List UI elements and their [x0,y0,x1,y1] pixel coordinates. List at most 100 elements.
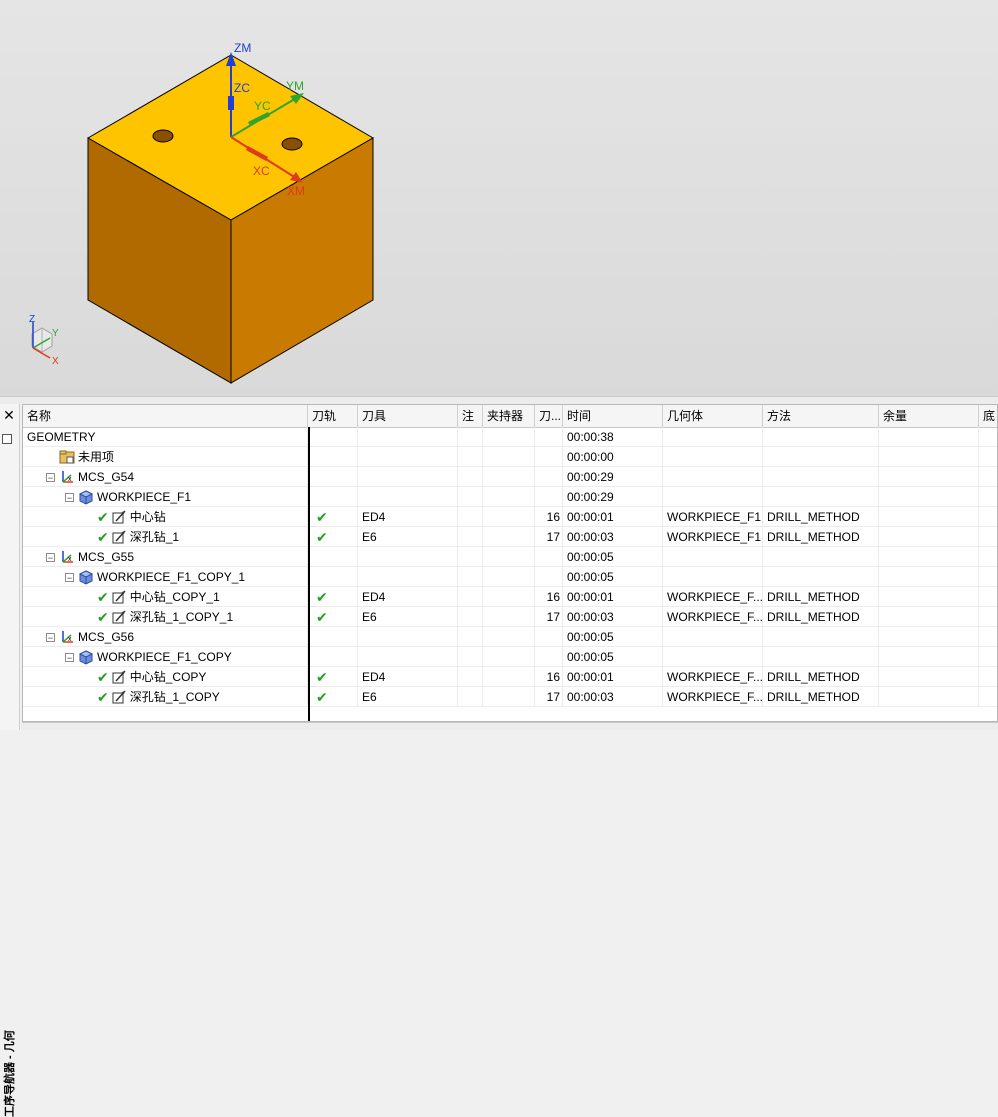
table-row[interactable]: − x MCS_G55 00:00:05 [23,547,997,567]
table-row[interactable]: − WORKPIECE_F1_COPY 00:00:05 [23,647,997,667]
tree-node[interactable]: − x MCS_G55 [46,547,134,567]
column-header-name[interactable]: 名称 [23,405,308,427]
note-cell [458,567,483,587]
tree-node[interactable]: 未用项 [46,447,114,467]
table-row[interactable]: − x MCS_G56 00:00:05 [23,627,997,647]
drill-hole[interactable] [281,137,303,151]
collapse-toggle-icon[interactable]: − [65,572,74,582]
tree-node[interactable]: ✔ 深孔钻_1_COPY_1 [84,607,233,627]
operation-icon [111,589,127,605]
geometry-cell: WORKPIECE_F... [663,687,763,707]
tool-cell: E6 [358,607,458,627]
column-header-floor[interactable]: 底 [979,405,997,427]
column-header-note[interactable]: 注 [458,405,483,427]
name-cell[interactable]: ✔ 深孔钻_1 [23,527,308,547]
collapse-toggle-icon[interactable]: − [65,492,74,502]
table-row[interactable]: ✔ 深孔钻_1_COPY ✔ E6 17 00:00:03 WORKPIECE_F... DR… [23,687,997,707]
collapse-toggle-icon[interactable]: − [65,652,74,662]
name-cell[interactable]: − WORKPIECE_F1_COPY [23,647,308,667]
collapse-toggle-icon[interactable]: − [46,632,55,642]
model-canvas[interactable]: ZM ZC YC YM XC XM Z Y X [0,0,998,398]
table-row[interactable]: − WORKPIECE_F1 00:00:29 [23,487,997,507]
collapse-toggle-icon[interactable]: − [46,472,55,482]
tree-node[interactable]: ✔ 中心钻 [84,507,166,527]
tool-cell: E6 [358,687,458,707]
svg-text:x: x [68,556,72,563]
name-cell[interactable]: − x MCS_G54 [23,467,308,487]
tree-node[interactable]: − x MCS_G56 [46,627,134,647]
table-row[interactable]: ✔ 中心钻 ✔ ED4 16 00:00:01 WORKPIECE_F1 DRILL_METH… [23,507,997,527]
tool-number-cell: 17 [535,687,563,707]
name-cell[interactable]: ✔ 中心钻 [23,507,308,527]
toolpath-cell [308,567,358,587]
column-header-tool[interactable]: 刀具 [358,405,458,427]
column-header-holder[interactable]: 夹持器 [483,405,535,427]
table-row[interactable]: ✔ 中心钻_COPY_1 ✔ ED4 16 00:00:01 WORKPIECE_F... D… [23,587,997,607]
holder-cell [483,607,535,627]
close-icon[interactable]: ✕ [1,407,17,423]
toolpath-cell: ✔ [308,587,358,607]
stock-cell [879,687,979,707]
column-header-geometry[interactable]: 几何体 [663,405,763,427]
panel-splitter[interactable] [0,396,998,404]
name-cell[interactable]: ✔ 深孔钻_1_COPY [23,687,308,707]
holder-cell [483,427,535,447]
holder-cell [483,567,535,587]
collapse-toggle-icon[interactable]: − [46,552,55,562]
table-row[interactable]: − WORKPIECE_F1_COPY_1 00:00:05 [23,567,997,587]
name-cell[interactable]: ✔ 深孔钻_1_COPY_1 [23,607,308,627]
operation-icon [111,689,127,705]
method-cell [763,447,879,467]
note-cell [458,687,483,707]
column-header-toolpath[interactable]: 刀轨 [308,405,358,427]
row-name: 深孔钻_1 [129,530,180,544]
tree-node[interactable]: − x MCS_G54 [46,467,134,487]
name-cell[interactable]: ✔ 中心钻_COPY_1 [23,587,308,607]
tool-number-cell [535,427,563,447]
stock-cell [879,647,979,667]
row-name: 深孔钻_1_COPY_1 [129,610,234,624]
toolpath-cell [308,447,358,467]
pin-icon[interactable] [2,434,12,444]
name-cell[interactable]: ✔ 中心钻_COPY [23,667,308,687]
table-row[interactable]: GEOMETRY 00:00:38 [23,427,997,447]
name-cell[interactable]: − x MCS_G55 [23,547,308,567]
table-row[interactable]: ✔ 中心钻_COPY ✔ ED4 16 00:00:01 WORKPIECE_F... DRI… [23,667,997,687]
operation-navigator[interactable]: 名称 刀轨 刀具 注 夹持器 刀... 时间 几何体 方法 余量 底 GEOME… [22,404,998,722]
name-cell[interactable]: − x MCS_G56 [23,627,308,647]
name-cell[interactable]: − WORKPIECE_F1 [23,487,308,507]
method-cell [763,467,879,487]
column-header-method[interactable]: 方法 [763,405,879,427]
table-row[interactable]: 未用项 00:00:00 [23,447,997,467]
bottom-scrollbar[interactable] [22,722,998,730]
column-header-stock[interactable]: 余量 [879,405,979,427]
tree-node[interactable]: ✔ 深孔钻_1_COPY [84,687,220,707]
tool-cell [358,487,458,507]
time-cell: 00:00:38 [563,427,663,447]
drill-hole[interactable] [152,129,174,143]
name-cell[interactable]: GEOMETRY [23,427,308,447]
workpiece-icon [78,569,94,585]
tree-node[interactable]: GEOMETRY [27,427,95,447]
column-header-tool-number[interactable]: 刀... [535,405,563,427]
note-cell [458,527,483,547]
note-cell [458,627,483,647]
column-header-time[interactable]: 时间 [563,405,663,427]
floor-cell [979,447,997,467]
graphics-viewport[interactable]: ZM ZC YC YM XC XM Z Y X [0,0,998,398]
name-cell[interactable]: 未用项 [23,447,308,467]
view-triad[interactable]: Z Y X [29,314,59,367]
tree-node[interactable]: ✔ 中心钻_COPY_1 [84,587,220,607]
table-row[interactable]: ✔ 深孔钻_1_COPY_1 ✔ E6 17 00:00:03 WORKPIECE_F...… [23,607,997,627]
name-cell[interactable]: − WORKPIECE_F1_COPY_1 [23,567,308,587]
tree-node[interactable]: ✔ 深孔钻_1 [84,527,179,547]
floor-cell [979,487,997,507]
navigator-vertical-title[interactable]: 工序导航器 - 几何 [1,1007,17,1117]
tree-node[interactable]: ✔ 中心钻_COPY [84,667,206,687]
floor-cell [979,607,997,627]
tree-node[interactable]: − WORKPIECE_F1_COPY [65,647,232,667]
table-row[interactable]: − x MCS_G54 00:00:29 [23,467,997,487]
table-row[interactable]: ✔ 深孔钻_1 ✔ E6 17 00:00:03 WORKPIECE_F1 DRILL_MET… [23,527,997,547]
tree-node[interactable]: − WORKPIECE_F1 [65,487,191,507]
tree-node[interactable]: − WORKPIECE_F1_COPY_1 [65,567,245,587]
